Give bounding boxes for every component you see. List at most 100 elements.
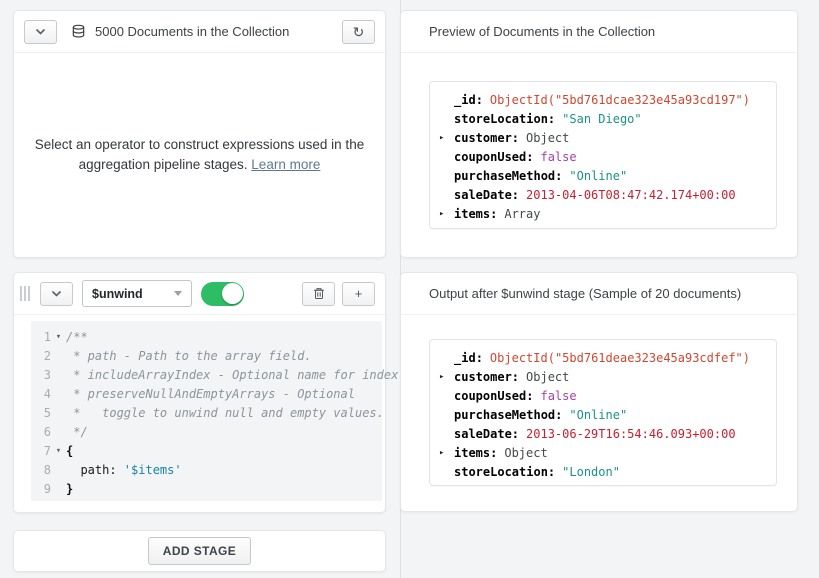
source-stage-card: 5000 Documents in the Collection ↻ Selec… xyxy=(13,10,386,258)
editor-line: 3 ▾ * includeArrayIndex - Optional name … xyxy=(31,366,382,385)
trash-icon xyxy=(313,287,325,300)
source-preview-panel: Preview of Documents in the Collection ▸… xyxy=(400,10,798,258)
unwind-output-header: Output after $unwind stage (Sample of 20… xyxy=(401,273,797,315)
field-value: Object xyxy=(504,444,547,463)
delete-stage-button[interactable] xyxy=(302,282,335,306)
field-key: couponUsed xyxy=(454,387,533,406)
source-stage-header: 5000 Documents in the Collection ↻ xyxy=(14,11,385,53)
line-number: 1 xyxy=(31,328,51,347)
stage-operator-value: $unwind xyxy=(92,287,143,301)
field-value: 2013-06-29T16:54:46.093+00:00 xyxy=(526,425,736,444)
field-key: storeLocation xyxy=(454,463,555,482)
field-value: 2013-04-06T08:47:42.174+00:00 xyxy=(526,186,736,205)
chevron-down-icon xyxy=(35,28,46,35)
editor-line: 1 ▾ /** xyxy=(31,328,382,347)
field-value: "San Diego" xyxy=(562,110,641,129)
field-value: Object xyxy=(526,129,569,148)
document-field-row: ▸ storeLocation "London" xyxy=(430,463,776,482)
preview-document-card: ▸ _id ObjectId("5bd761dcae323e45a93cd197… xyxy=(429,81,777,229)
empty-state: Select an operator to construct expressi… xyxy=(14,53,385,257)
field-value: "London" xyxy=(562,463,620,482)
expand-caret-icon[interactable]: ▸ xyxy=(439,129,454,148)
field-value: "Online" xyxy=(569,406,627,425)
field-key: storeLocation xyxy=(454,110,555,129)
add-stage-after-button[interactable]: + xyxy=(342,282,375,306)
field-value: false xyxy=(540,148,576,167)
line-number: 8 xyxy=(31,461,51,480)
editor-line: 2 ▾ * path - Path to the array field. xyxy=(31,347,382,366)
source-preview-title: Preview of Documents in the Collection xyxy=(429,24,655,39)
collapse-source-button[interactable] xyxy=(24,20,57,44)
stage-operator-select[interactable]: $unwind xyxy=(82,280,192,307)
select-caret-icon xyxy=(174,291,182,296)
editor-line: 5 ▾ * toggle to unwind null and empty va… xyxy=(31,404,382,423)
document-field-row: ▸ storeLocation "San Diego" xyxy=(430,110,776,129)
expand-caret-icon[interactable]: ▸ xyxy=(439,205,454,224)
expand-caret-icon[interactable]: ▸ xyxy=(439,368,454,387)
document-field-row: ▸ customer Object xyxy=(430,129,776,148)
document-field-row: ▸ items Object xyxy=(430,444,776,463)
field-value: Object xyxy=(526,368,569,387)
line-number: 9 xyxy=(31,480,51,499)
line-number: 4 xyxy=(31,385,51,404)
source-preview-header: Preview of Documents in the Collection xyxy=(401,11,797,53)
editor-line: 6 ▾ */ xyxy=(31,423,382,442)
field-value: ObjectId("5bd761dcae323e45a93cd197") xyxy=(490,91,750,110)
fold-arrow-icon[interactable]: ▾ xyxy=(51,442,66,461)
code-text: */ xyxy=(66,423,88,442)
field-value: Array xyxy=(504,205,540,224)
collapse-stage-button[interactable] xyxy=(40,282,73,306)
field-key: customer xyxy=(454,368,519,387)
code-text: } xyxy=(66,480,73,499)
line-number: 2 xyxy=(31,347,51,366)
document-field-row: ▸ purchaseMethod "Online" xyxy=(430,406,776,425)
collection-icon xyxy=(71,24,86,39)
field-key: _id xyxy=(454,349,483,368)
field-key: customer xyxy=(454,129,519,148)
line-number: 5 xyxy=(31,404,51,423)
field-key: saleDate xyxy=(454,186,519,205)
fold-arrow-icon[interactable]: ▾ xyxy=(51,328,66,347)
code-text: { xyxy=(66,442,73,461)
field-key: purchaseMethod xyxy=(454,406,562,425)
drag-handle-icon[interactable] xyxy=(20,286,30,301)
code-text: * toggle to unwind null and empty values… xyxy=(66,404,384,423)
refresh-icon: ↻ xyxy=(353,25,365,39)
document-field-row: ▸ items Array xyxy=(430,205,776,224)
line-number: 6 xyxy=(31,423,51,442)
unwind-output-panel: Output after $unwind stage (Sample of 20… xyxy=(400,272,798,512)
code-text: * preserveNullAndEmptyArrays - Optional xyxy=(66,385,355,404)
line-number: 3 xyxy=(31,366,51,385)
document-field-row: ▸ saleDate 2013-04-06T08:47:42.174+00:00 xyxy=(430,186,776,205)
add-stage-button[interactable]: ADD STAGE xyxy=(148,537,251,565)
document-field-row: ▸ _id ObjectId("5bd761deae323e45a93cdfef… xyxy=(430,349,776,368)
learn-more-link[interactable]: Learn more xyxy=(251,157,320,172)
collection-doc-count: 5000 Documents in the Collection xyxy=(95,24,289,39)
document-field-row: ▸ couponUsed false xyxy=(430,148,776,167)
line-number: 7 xyxy=(31,442,51,461)
editor-line: 4 ▾ * preserveNullAndEmptyArrays - Optio… xyxy=(31,385,382,404)
plus-icon: + xyxy=(355,286,363,301)
field-key: _id xyxy=(454,91,483,110)
stage-editor[interactable]: 1 ▾ /** 2 ▾ * path - Path to the array f… xyxy=(31,321,382,501)
unwind-stage-card: $unwind + 1 ▾ /** 2 ▾ xyxy=(13,272,386,513)
code-text: * path - Path to the array field. xyxy=(66,347,312,366)
expand-caret-icon[interactable]: ▸ xyxy=(439,444,454,463)
field-key: purchaseMethod xyxy=(454,167,562,186)
code-text: /** xyxy=(66,328,88,347)
document-field-row: ▸ saleDate 2013-06-29T16:54:46.093+00:00 xyxy=(430,425,776,444)
stage-enabled-toggle[interactable] xyxy=(201,282,244,306)
code-text: * includeArrayIndex - Optional name for … xyxy=(66,366,406,385)
field-key: items xyxy=(454,444,497,463)
document-field-row: ▸ couponUsed false xyxy=(430,387,776,406)
refresh-button[interactable]: ↻ xyxy=(342,20,375,44)
editor-line: 9 ▾ } xyxy=(31,480,382,499)
add-stage-row: ADD STAGE xyxy=(13,530,386,572)
toggle-knob xyxy=(222,283,243,304)
document-field-row: ▸ purchaseMethod "Online" xyxy=(430,167,776,186)
field-key: saleDate xyxy=(454,425,519,444)
chevron-down-icon xyxy=(51,290,62,297)
editor-line: 7 ▾ { xyxy=(31,442,382,461)
field-value: false xyxy=(540,387,576,406)
output-document-card: ▸ _id ObjectId("5bd761deae323e45a93cdfef… xyxy=(429,339,777,486)
